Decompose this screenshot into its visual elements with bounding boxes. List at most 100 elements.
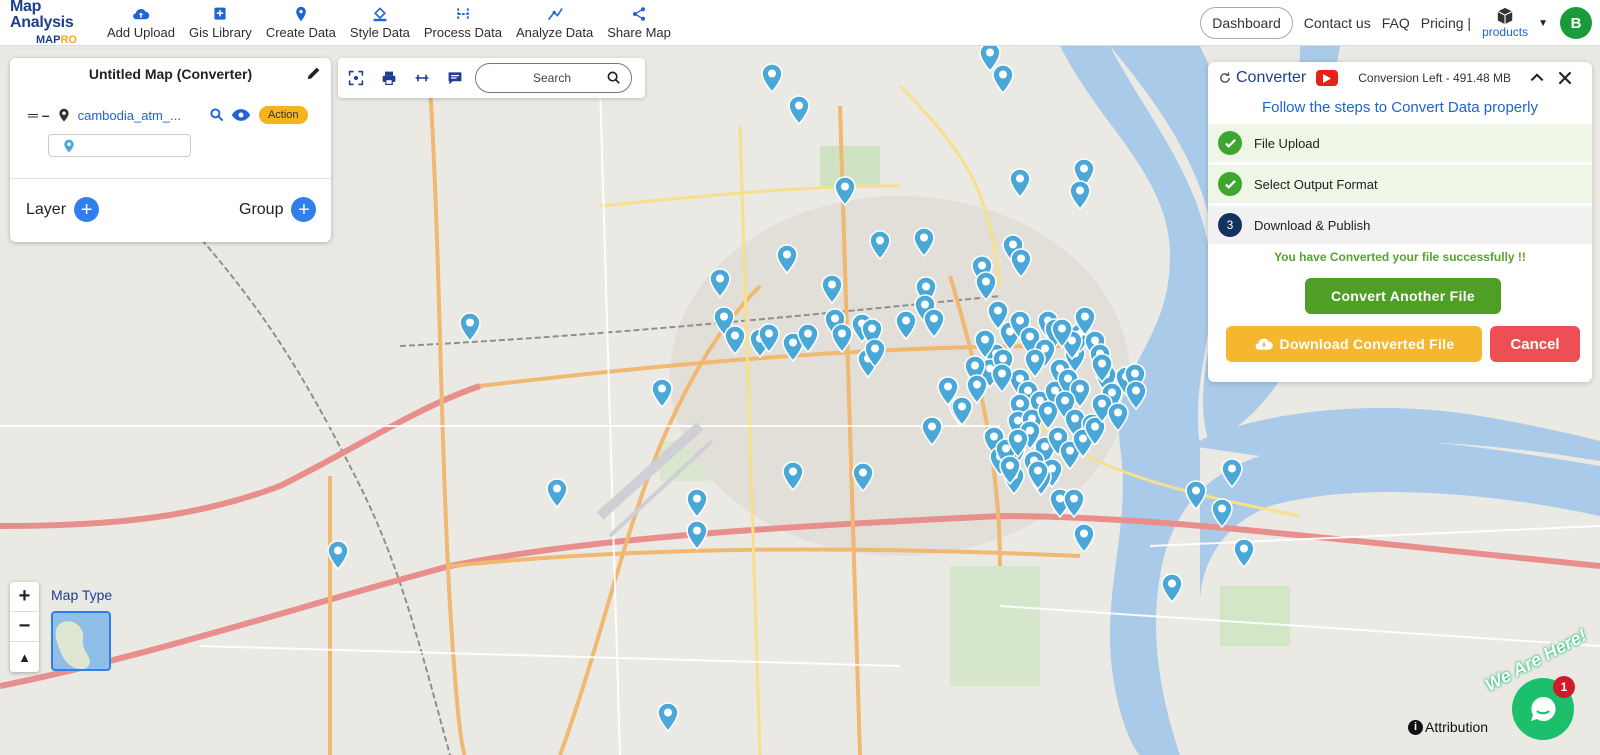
atm-marker[interactable] (1221, 458, 1243, 489)
layer-filter-input[interactable] (48, 134, 191, 157)
atm-marker[interactable] (1069, 180, 1091, 211)
atm-marker[interactable] (1051, 318, 1073, 349)
atm-marker[interactable] (999, 455, 1021, 486)
atm-marker[interactable] (821, 274, 843, 305)
atm-marker[interactable] (1010, 248, 1032, 279)
atm-marker[interactable] (864, 338, 886, 369)
attribution-control[interactable]: i Attribution (1408, 719, 1488, 735)
conversion-left: Conversion Left - 491.48 MB (1358, 71, 1511, 85)
dashboard-button[interactable]: Dashboard (1200, 7, 1293, 39)
download-converted-button[interactable]: Download Converted File (1226, 326, 1482, 362)
layer-row: ═ – cambodia_atm_... Action (28, 106, 328, 124)
products-label: products (1482, 25, 1529, 39)
nav-label: Process Data (423, 24, 502, 40)
add-layer-button[interactable]: + (74, 197, 100, 222)
map-pin-icon (58, 108, 69, 122)
atm-marker[interactable] (992, 64, 1014, 95)
convert-another-button[interactable]: Convert Another File (1305, 278, 1501, 314)
add-group-button[interactable]: + (291, 197, 317, 222)
atm-marker[interactable] (975, 271, 997, 302)
step-number: 3 (1218, 213, 1242, 237)
nav-create-data[interactable]: Create Data (259, 0, 343, 46)
nav-style-data[interactable]: Style Data (343, 0, 417, 46)
pricing-link[interactable]: Pricing | (1421, 15, 1471, 31)
cube-icon (1497, 7, 1513, 25)
nav-label: Style Data (349, 24, 410, 40)
atm-marker[interactable] (776, 244, 798, 275)
cancel-button[interactable]: Cancel (1490, 326, 1580, 362)
atm-marker[interactable] (1211, 498, 1233, 529)
atm-marker[interactable] (761, 63, 783, 94)
add-group-control: Group + (239, 197, 317, 222)
group-label: Group (239, 200, 284, 218)
atm-marker[interactable] (869, 230, 891, 261)
layer-name[interactable]: cambodia_atm_... (78, 108, 181, 123)
atm-marker[interactable] (657, 702, 679, 733)
atm-marker[interactable] (991, 363, 1013, 394)
atm-marker[interactable] (651, 378, 673, 409)
map-type-thumbnail[interactable] (51, 611, 111, 671)
atm-marker[interactable] (546, 478, 568, 509)
atm-marker[interactable] (686, 520, 708, 551)
faq-link[interactable]: FAQ (1382, 15, 1410, 31)
library-icon (214, 7, 226, 20)
close-icon[interactable] (1557, 70, 1573, 86)
atm-marker[interactable] (1063, 488, 1085, 519)
zoom-out-button[interactable]: − (10, 612, 39, 642)
atm-marker[interactable] (758, 323, 780, 354)
nav-label: Add Upload (107, 24, 175, 40)
search-placeholder: Search (533, 71, 572, 85)
comment-icon[interactable] (447, 70, 463, 86)
pencil-icon[interactable] (305, 64, 323, 82)
atm-marker[interactable] (1027, 460, 1049, 491)
atm-marker[interactable] (459, 312, 481, 343)
atm-marker[interactable] (895, 310, 917, 341)
atm-marker[interactable] (797, 323, 819, 354)
zoom-in-button[interactable]: + (10, 582, 39, 612)
atm-marker[interactable] (1009, 168, 1031, 199)
brand-logo[interactable]: Map Analysis MAPRO (0, 0, 100, 46)
search-input[interactable]: Search (475, 63, 632, 93)
print-icon[interactable] (381, 70, 397, 86)
nav-share-map[interactable]: Share Map (600, 0, 678, 46)
atm-marker[interactable] (1107, 402, 1129, 433)
atm-marker[interactable] (1073, 523, 1095, 554)
atm-marker[interactable] (788, 95, 810, 126)
atm-marker[interactable] (913, 227, 935, 258)
eye-icon[interactable] (231, 107, 251, 123)
atm-marker[interactable] (1161, 573, 1183, 604)
atm-marker[interactable] (951, 396, 973, 427)
atm-marker[interactable] (709, 268, 731, 299)
nav-label: Analyze Data (515, 24, 594, 40)
compass-icon[interactable]: ▲ (10, 642, 39, 672)
nav-label: Create Data (265, 24, 336, 40)
atm-marker[interactable] (852, 462, 874, 493)
atm-marker[interactable] (1233, 538, 1255, 569)
nav-analyze-data[interactable]: Analyze Data (509, 0, 600, 46)
zoom-to-layer-icon[interactable] (209, 107, 225, 123)
nav-gis-library[interactable]: Gis Library (182, 0, 259, 46)
atm-marker[interactable] (724, 325, 746, 356)
atm-marker[interactable] (921, 416, 943, 447)
youtube-icon[interactable] (1316, 70, 1339, 86)
collapse-icon[interactable] (1529, 70, 1545, 86)
fullscreen-icon[interactable] (348, 70, 364, 86)
atm-marker[interactable] (782, 461, 804, 492)
nav-process-data[interactable]: Process Data (417, 0, 509, 46)
atm-marker[interactable] (923, 308, 945, 339)
nav-add-upload[interactable]: Add Upload (100, 0, 182, 46)
analyze-icon (547, 7, 563, 20)
atm-marker[interactable] (1185, 480, 1207, 511)
atm-marker[interactable] (831, 323, 853, 354)
avatar[interactable]: B (1560, 7, 1592, 39)
chevron-down-icon[interactable]: ▼ (1538, 18, 1548, 29)
products-menu[interactable]: products (1482, 7, 1528, 39)
drag-handle-icon[interactable]: ═ – (28, 107, 50, 123)
atm-marker[interactable] (686, 488, 708, 519)
measure-icon[interactable] (414, 70, 430, 86)
atm-marker[interactable] (834, 176, 856, 207)
contact-link[interactable]: Contact us (1304, 15, 1371, 31)
atm-marker[interactable] (327, 540, 349, 571)
atm-marker[interactable] (1091, 353, 1113, 384)
action-button[interactable]: Action (258, 106, 308, 124)
